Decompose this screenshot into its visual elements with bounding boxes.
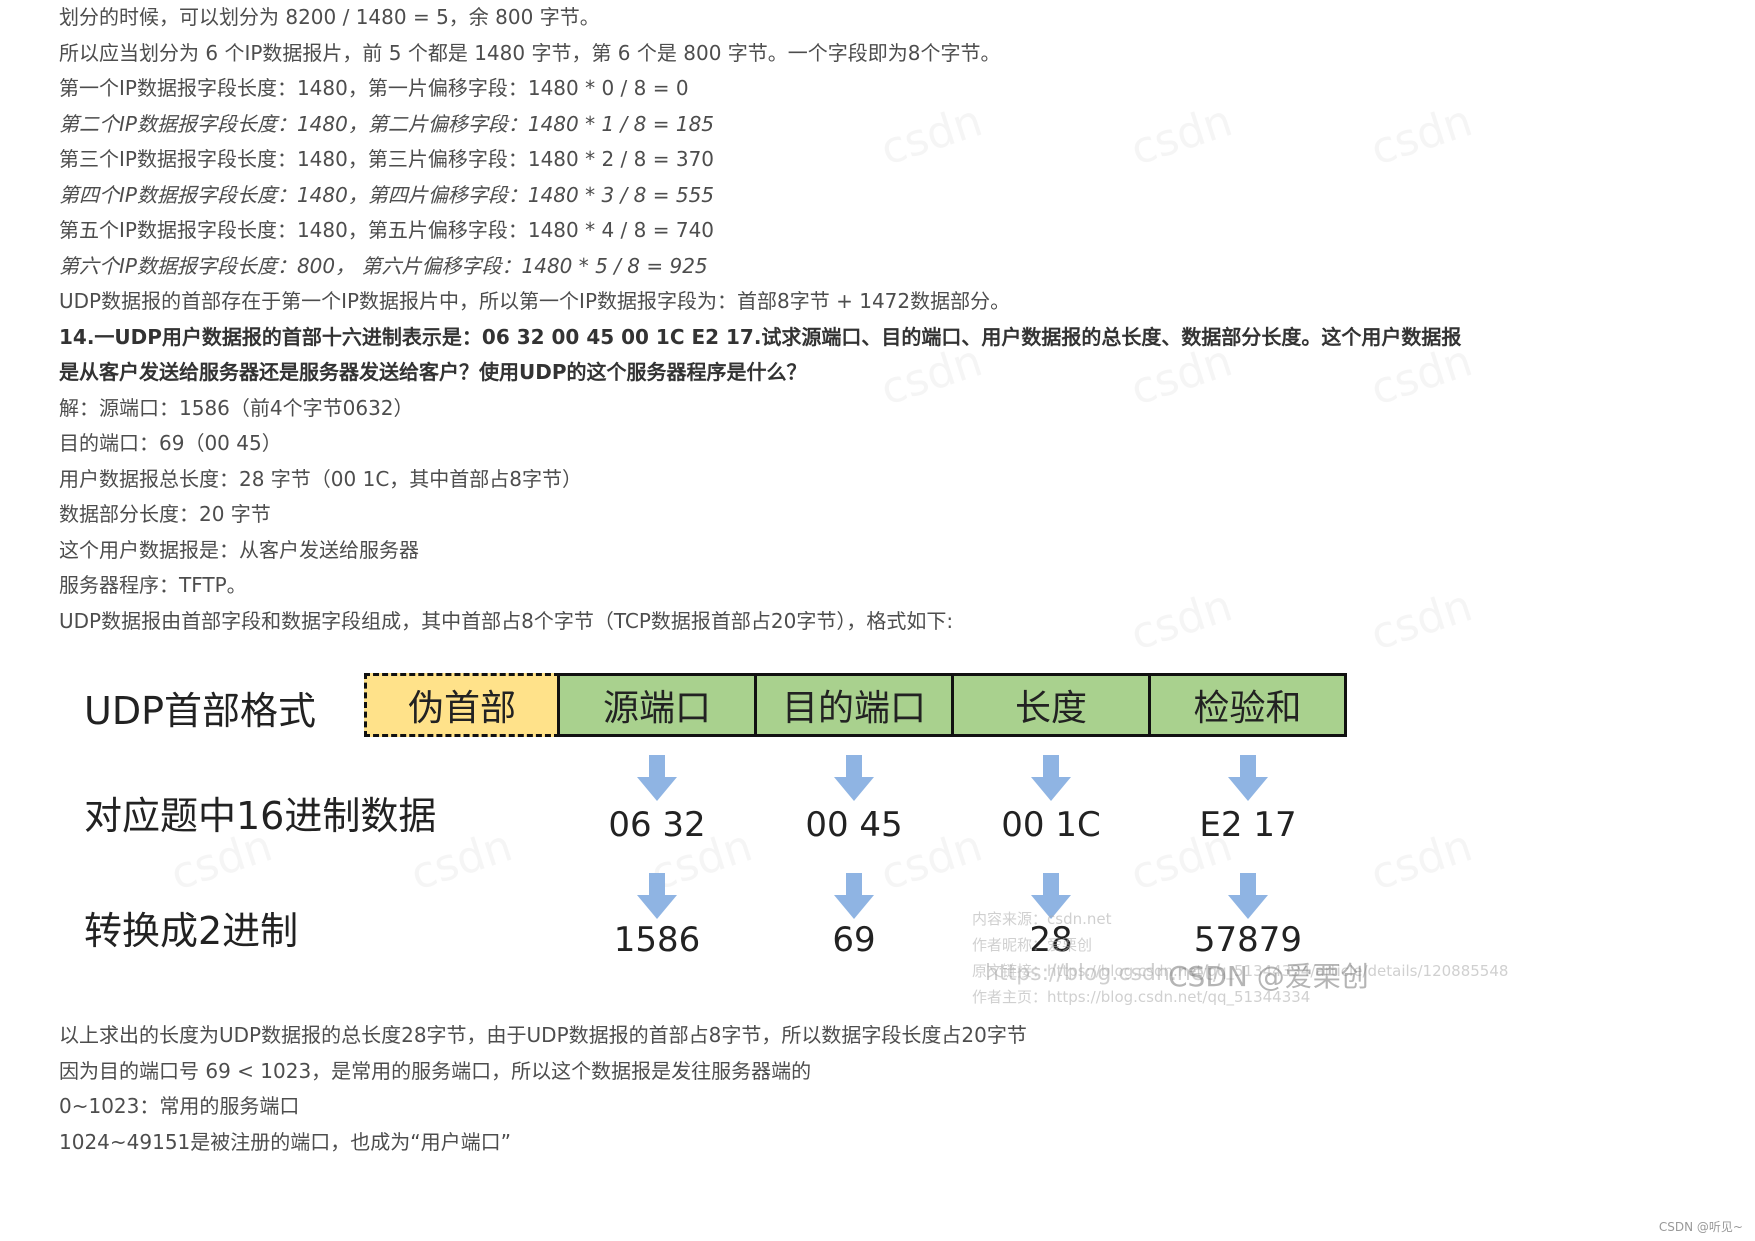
paragraph-line: 以上求出的长度为UDP数据报的总长度28字节，由于UDP数据报的首部占8字节，所… (59, 1023, 1027, 1047)
down-arrow-icon (1228, 873, 1268, 919)
hex-value: 00 45 (805, 805, 903, 845)
watermark-source: 内容来源：csdn.net (972, 910, 1112, 928)
field-dest-port: 目的端口 (754, 673, 954, 737)
paragraph-line: 划分的时候，可以划分为 8200 / 1480 = 5，余 800 字节。 (59, 5, 600, 29)
article-body-bottom: 以上求出的长度为UDP数据报的总长度28字节，由于UDP数据报的首部占8字节，所… (59, 1018, 1519, 1160)
down-arrow-icon (834, 873, 874, 919)
paragraph-line: 因为目的端口号 69 < 1023，是常用的服务端口，所以这个数据报是发往服务器… (59, 1058, 812, 1083)
down-arrow-icon (637, 755, 677, 801)
paragraph-line: 第一个IP数据报字段长度：1480，第一片偏移字段：1480 * 0 / 8 =… (59, 76, 689, 100)
paragraph-line: 第四个IP数据报字段长度：1480，第四片偏移字段：1480 * 3 / 8 =… (59, 182, 715, 207)
paragraph-line: 所以应当划分为 6 个IP数据报片，前 5 个都是 1480 字节，第 6 个是… (59, 40, 1001, 65)
down-arrow-icon (1228, 755, 1268, 801)
paragraph-line: 服务器程序：TFTP。 (59, 573, 247, 597)
paragraph-line: 是从客户发送给服务器还是服务器发送给客户？使用UDP的这个服务器程序是什么？ (59, 360, 807, 384)
paragraph-line: 0~1023：常用的服务端口 (59, 1094, 300, 1118)
paragraph-line: 第二个IP数据报字段长度：1480，第二片偏移字段：1480 * 1 / 8 =… (59, 111, 715, 136)
row-label-hex: 对应题中16进制数据 (84, 794, 437, 838)
row-label-binary: 转换成2进制 (84, 909, 299, 953)
hex-value: 00 1C (1001, 805, 1101, 845)
paragraph-line: 用户数据报总长度：28 字节（00 1C，其中首部占8字节） (59, 466, 583, 491)
field-length: 长度 (951, 673, 1151, 737)
down-arrow-icon (637, 873, 677, 919)
watermark-author: 作者昵称：爱栗创 (972, 936, 1093, 954)
paragraph-line: 目的端口：69（00 45） (59, 431, 282, 455)
article-body-top: 划分的时候，可以划分为 8200 / 1480 = 5，余 800 字节。所以应… (59, 0, 1519, 639)
hex-value: E2 17 (1199, 805, 1297, 845)
pseudo-header-cell: 伪首部 (364, 673, 560, 737)
down-arrow-icon (834, 755, 874, 801)
paragraph-line: 解：源端口：1586（前4个字节0632） (59, 395, 414, 420)
field-source-port: 源端口 (557, 673, 757, 737)
paragraph-line: UDP数据报由首部字段和数据字段组成，其中首部占8个字节（TCP数据报首部占20… (59, 608, 954, 633)
paragraph-line: 第三个IP数据报字段长度：1480，第三片偏移字段：1480 * 2 / 8 =… (59, 147, 715, 171)
decimal-value: 1586 (613, 920, 701, 960)
decimal-value: 69 (832, 920, 876, 960)
udp-header-diagram: UDP首部格式 对应题中16进制数据 转换成2进制 伪首部 源端口 目的端口 长… (0, 655, 1755, 1025)
row-label-format: UDP首部格式 (84, 689, 316, 733)
paragraph-line: 第六个IP数据报字段长度：800， 第六片偏移字段：1480 * 5 / 8 =… (59, 253, 708, 278)
paragraph-line: 数据部分长度：20 字节 (59, 502, 271, 526)
field-checksum: 检验和 (1148, 673, 1347, 737)
paragraph-line: 1024~49151是被注册的端口，也成为“用户端口” (59, 1129, 512, 1154)
footer-credit: CSDN @听见~ (1658, 1220, 1743, 1234)
hex-value: 06 32 (608, 805, 706, 845)
paragraph-line: 14.一UDP用户数据报的首部十六进制表示是：06 32 00 45 00 1C… (59, 324, 1462, 349)
paragraph-line: 第五个IP数据报字段长度：1480，第五片偏移字段：1480 * 4 / 8 =… (59, 218, 715, 242)
down-arrow-icon (1031, 755, 1071, 801)
csdn-author-watermark: CSDN @爱栗创 (1168, 960, 1369, 993)
paragraph-line: UDP数据报的首部存在于第一个IP数据报片中，所以第一个IP数据报字段为：首部8… (59, 289, 1011, 313)
decimal-value: 57879 (1193, 920, 1303, 960)
paragraph-line: 这个用户数据报是：从客户发送给服务器 (59, 537, 419, 562)
